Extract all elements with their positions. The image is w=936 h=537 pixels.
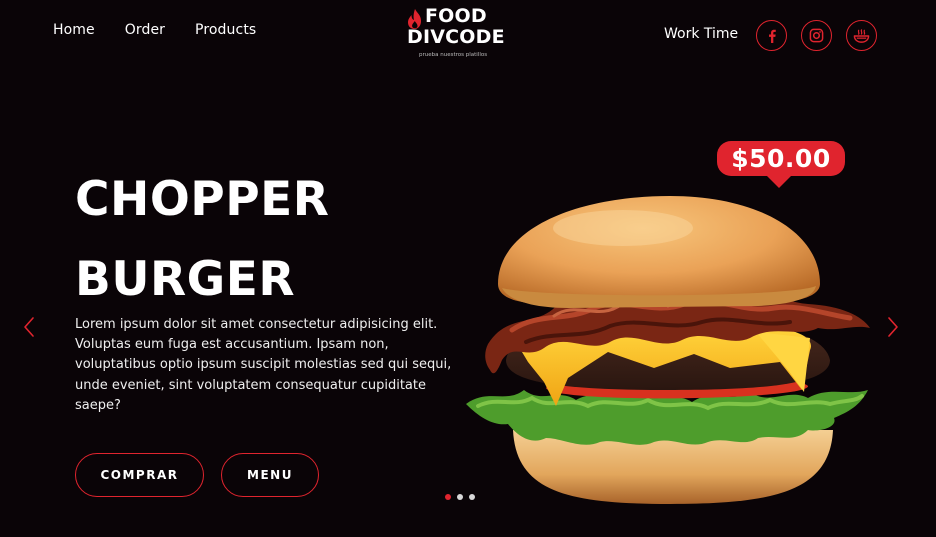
hero-title-line2: BURGER <box>75 252 296 307</box>
bowl-icon <box>853 28 870 43</box>
logo-line1: FOOD <box>425 5 487 27</box>
slider-dot-1[interactable] <box>445 494 451 500</box>
nav-order[interactable]: Order <box>125 22 165 38</box>
hero-title-line1: CHOPPER <box>75 172 330 227</box>
main-nav: Home Order Products <box>53 22 256 38</box>
hero-title: CHOPPER BURGER <box>75 160 329 320</box>
chevron-left-icon[interactable] <box>22 316 36 338</box>
facebook-button[interactable] <box>756 20 787 51</box>
price-value: $50.00 <box>731 144 831 173</box>
slider-dot-3[interactable] <box>469 494 475 500</box>
nav-products[interactable]: Products <box>195 22 256 38</box>
work-time-link[interactable]: Work Time <box>664 26 738 42</box>
instagram-button[interactable] <box>801 20 832 51</box>
chevron-right-icon[interactable] <box>886 316 900 338</box>
price-tag: $50.00 <box>717 141 845 188</box>
page: Home Order Products FOOD DIVCODE prueba … <box>0 0 936 537</box>
menu-button[interactable]: MENU <box>221 453 319 497</box>
logo[interactable]: FOOD DIVCODE prueba nuestros platillos <box>405 5 515 59</box>
instagram-icon <box>809 28 824 43</box>
bowl-button[interactable] <box>846 20 877 51</box>
buy-button[interactable]: COMPRAR <box>75 453 204 497</box>
slider-dot-2[interactable] <box>457 494 463 500</box>
nav-home[interactable]: Home <box>53 22 95 38</box>
hero-description: Lorem ipsum dolor sit amet consectetur a… <box>75 317 452 413</box>
slider-dots <box>445 494 475 500</box>
burger-image <box>466 196 870 504</box>
logo-text: FOOD DIVCODE <box>407 5 505 48</box>
logo-tagline: prueba nuestros platillos <box>419 52 488 58</box>
logo-line2: DIVCODE <box>407 26 505 48</box>
facebook-icon <box>768 29 776 43</box>
